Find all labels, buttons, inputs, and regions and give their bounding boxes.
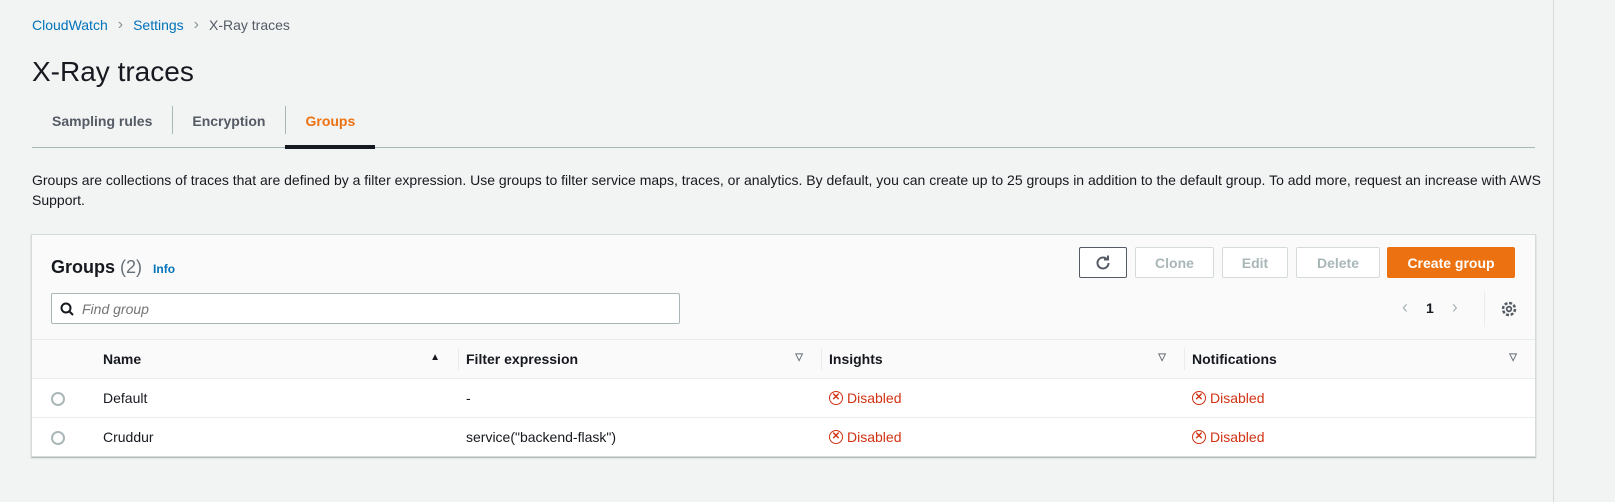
- status-text: Disabled: [847, 389, 902, 406]
- sort-icon: ▽: [1158, 352, 1166, 363]
- edit-button[interactable]: Edit: [1222, 247, 1288, 278]
- refresh-icon: [1096, 255, 1110, 269]
- info-link[interactable]: Info: [153, 262, 175, 276]
- groups-panel: Groups (2) Info Clone Edit Delete Create…: [31, 234, 1536, 457]
- page-number[interactable]: 1: [1426, 300, 1434, 316]
- panel-title: Groups (2) Info: [51, 257, 175, 278]
- error-icon: ✕: [1192, 390, 1206, 405]
- pagination: ‹ 1 ›: [1402, 297, 1458, 318]
- tab-groups[interactable]: Groups: [285, 104, 376, 149]
- column-label: Name: [103, 350, 142, 367]
- column-header-filter-expression[interactable]: Filter expression ▽: [458, 340, 821, 379]
- groups-description: Groups are collections of traces that ar…: [32, 172, 1541, 208]
- group-name: Cruddur: [103, 428, 154, 445]
- row-select-radio[interactable]: [51, 430, 65, 445]
- notifications-status: ✕ Disabled: [1192, 390, 1535, 406]
- column-label: Notifications: [1192, 350, 1277, 367]
- find-group-search[interactable]: [51, 293, 680, 324]
- row-select-radio[interactable]: [51, 391, 65, 406]
- preferences-button[interactable]: [1484, 291, 1518, 327]
- sort-icon: ▽: [1509, 352, 1517, 363]
- tab-list: Sampling rules Encryption Groups: [32, 104, 1535, 149]
- error-icon: ✕: [1192, 429, 1206, 444]
- chevron-right-icon: ›: [193, 16, 199, 33]
- clone-button[interactable]: Clone: [1135, 247, 1214, 278]
- group-name: Default: [95, 378, 458, 418]
- sort-ascending-icon: ▲: [430, 352, 440, 363]
- page-title: X-Ray traces: [32, 56, 194, 87]
- column-header-name[interactable]: Name ▲: [95, 340, 458, 379]
- delete-button[interactable]: Delete: [1296, 247, 1380, 278]
- next-page-icon[interactable]: ›: [1452, 297, 1458, 318]
- column-label: Insights: [829, 350, 883, 367]
- table-row[interactable]: Default - ✕ Disabled ✕ Disabled: [32, 378, 1535, 418]
- previous-page-icon[interactable]: ‹: [1402, 297, 1408, 318]
- filter-expression: -: [458, 378, 821, 418]
- insights-status: ✕ Disabled: [829, 390, 1184, 406]
- status-text: Disabled: [1210, 389, 1265, 406]
- filter-expression: service("backend-flask"): [466, 428, 616, 445]
- insights-status: ✕ Disabled: [829, 429, 1184, 445]
- table-row[interactable]: Cruddur service("backend-flask") ✕ Disabl…: [32, 417, 1535, 456]
- find-group-input[interactable]: [82, 300, 679, 317]
- tab-sampling-rules[interactable]: Sampling rules: [32, 104, 172, 148]
- sort-icon: ▽: [795, 352, 803, 363]
- status-text: Disabled: [847, 428, 902, 445]
- breadcrumb: CloudWatch › Settings › X-Ray traces: [32, 16, 290, 34]
- select-column-header: [32, 340, 95, 379]
- refresh-button[interactable]: [1079, 247, 1127, 278]
- breadcrumb-settings[interactable]: Settings: [133, 17, 184, 33]
- column-header-notifications[interactable]: Notifications ▽: [1184, 340, 1535, 379]
- breadcrumb-cloudwatch[interactable]: CloudWatch: [32, 17, 108, 33]
- column-label: Filter expression: [466, 350, 579, 367]
- chevron-right-icon: ›: [117, 16, 124, 33]
- tab-encryption[interactable]: Encryption: [172, 104, 285, 148]
- error-icon: ✕: [829, 429, 843, 444]
- notifications-status: ✕ Disabled: [1192, 429, 1535, 445]
- group-count: (2): [120, 257, 143, 277]
- create-group-button[interactable]: Create group: [1387, 247, 1515, 278]
- breadcrumb-current: X-Ray traces: [209, 17, 290, 33]
- panel-title-text: Groups: [51, 257, 116, 277]
- panel-header: Groups (2) Info Clone Edit Delete Create…: [32, 235, 1535, 340]
- column-header-insights[interactable]: Insights ▽: [821, 340, 1184, 379]
- search-icon: [60, 302, 74, 316]
- status-text: Disabled: [1210, 428, 1265, 445]
- gear-icon: [1501, 301, 1517, 317]
- right-panel-edge: [1553, 0, 1615, 502]
- groups-table: Name ▲ Filter expression ▽ Insights ▽ Notif…: [32, 340, 1535, 456]
- error-icon: ✕: [829, 390, 843, 405]
